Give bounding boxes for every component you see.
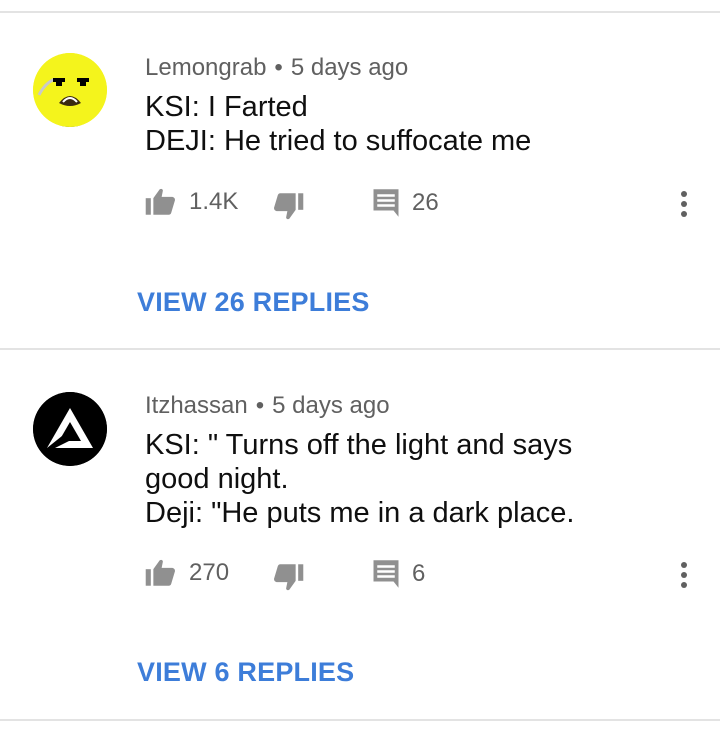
like-button[interactable]: 270 (145, 559, 229, 587)
top-divider (0, 11, 720, 13)
comment-time: 5 days ago (290, 54, 409, 81)
comment-time: 5 days ago (272, 392, 390, 419)
thumbs-up-icon (145, 188, 175, 215)
comment-meta: Lemongrab • 5 days ago (145, 54, 408, 82)
more-vert-icon (681, 562, 687, 588)
comment-line: good night. (145, 463, 289, 495)
like-count: 270 (189, 559, 230, 586)
reply-button[interactable]: 26 (372, 188, 439, 218)
reply-count: 26 (412, 189, 439, 216)
author-name[interactable]: Itzhassan (145, 392, 248, 419)
author-name[interactable]: Lemongrab (145, 54, 266, 81)
comment-line: KSI: I Farted (145, 91, 308, 123)
more-options-button[interactable] (672, 188, 696, 222)
view-replies-link[interactable]: VIEW 6 REPLIES (137, 657, 354, 688)
comment-divider (0, 348, 720, 350)
like-count: 1.4K (189, 188, 239, 215)
dislike-button[interactable] (272, 192, 304, 220)
thumbs-up-icon (145, 559, 175, 586)
lemongrab-face-icon (33, 53, 107, 127)
dislike-button[interactable] (272, 563, 304, 591)
comment-text: KSI: I Farted DEJI: He tried to suffocat… (145, 90, 665, 158)
avatar[interactable] (33, 53, 107, 127)
more-vert-icon (681, 191, 687, 217)
thumbs-down-icon (274, 564, 304, 591)
reply-button[interactable]: 6 (372, 559, 425, 589)
thumbs-down-icon (274, 193, 304, 220)
reply-count: 6 (412, 560, 426, 587)
comment-icon (373, 560, 399, 588)
comment-line: KSI: " Turns off the light and says (145, 429, 573, 461)
comment-text: KSI: " Turns off the light and says good… (145, 428, 665, 530)
triangle-logo-icon (33, 392, 107, 466)
view-replies-link[interactable]: VIEW 26 REPLIES (137, 287, 370, 318)
bottom-divider (0, 719, 720, 721)
meta-separator: • (255, 392, 265, 419)
comment-icon (373, 189, 399, 217)
avatar[interactable] (33, 392, 107, 466)
meta-separator: • (274, 54, 283, 81)
comment-line: DEJI: He tried to suffocate me (145, 125, 532, 157)
like-button[interactable]: 1.4K (145, 188, 238, 216)
more-options-button[interactable] (672, 559, 696, 593)
comment-meta: Itzhassan • 5 days ago (145, 392, 390, 420)
comment-line: Deji: "He puts me in a dark place. (145, 497, 575, 529)
